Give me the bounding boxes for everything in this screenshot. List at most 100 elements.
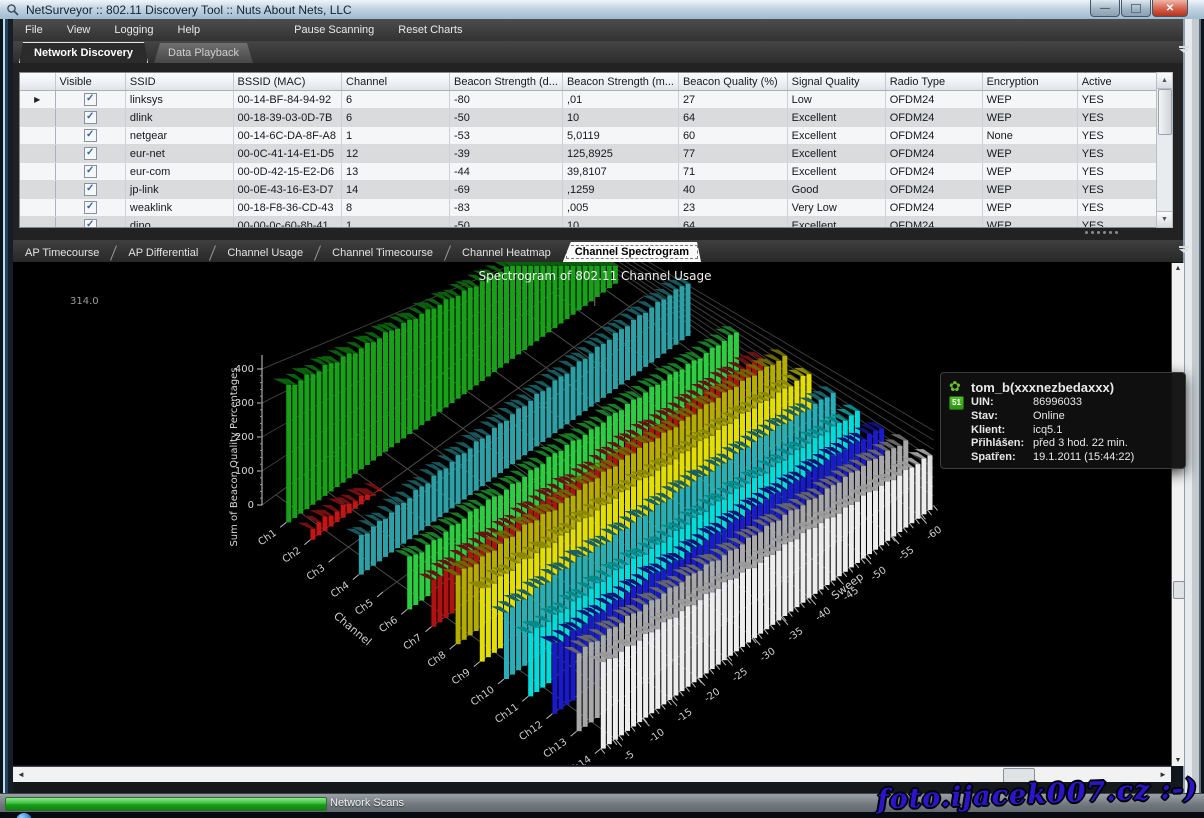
visible-checkbox[interactable]: ✓ — [84, 147, 97, 160]
bar-Ch6 — [704, 353, 709, 393]
column-header-visible[interactable]: Visible — [55, 73, 125, 91]
menu-action-reset-charts[interactable]: Reset Charts — [386, 19, 474, 41]
grid-vertical-scrollbar[interactable]: ▲ ▼ — [1156, 72, 1173, 228]
table-row[interactable]: ✓eur-net00-0C-41-14-E1-D512-39125,892577… — [20, 145, 1157, 163]
bar-Ch4 — [516, 408, 521, 459]
column-header-beacon-strength-d-[interactable]: Beacon Strength (d... — [449, 73, 562, 91]
column-header-beacon-strength-m-[interactable]: Beacon Strength (m... — [562, 73, 678, 91]
column-header-radio-type[interactable]: Radio Type — [885, 73, 982, 91]
cell-ssid: linksys — [125, 91, 233, 109]
cell-strength_dbm: -69 — [449, 181, 562, 199]
row-selector[interactable] — [20, 163, 55, 181]
column-header-beacon-quality-[interactable]: Beacon Quality (%) — [678, 73, 787, 91]
menu-item-file[interactable]: File — [13, 19, 55, 41]
visible-checkbox[interactable]: ✓ — [84, 111, 97, 124]
bar-Ch12 — [565, 636, 570, 705]
bar-Ch1 — [286, 385, 291, 523]
svg-text:-60: -60 — [924, 524, 944, 542]
cell-quality: 40 — [678, 181, 787, 199]
visible-checkbox[interactable]: ✓ — [84, 165, 97, 178]
chart-vertical-scrollbar[interactable]: ▲ ▼ — [1171, 263, 1184, 766]
svg-text:Ch14: Ch14 — [566, 754, 594, 765]
chart-tab-ap-differential[interactable]: AP Differential — [116, 243, 210, 262]
svg-text:Ch12: Ch12 — [517, 719, 545, 743]
maximize-button[interactable] — [1121, 0, 1151, 17]
cell-encryption: WEP — [982, 145, 1077, 163]
bar-Ch1 — [462, 290, 467, 394]
title-bar[interactable]: NetSurveyor :: 802.11 Discovery Tool :: … — [0, 0, 1204, 20]
row-selector[interactable] — [20, 109, 55, 127]
chart-tab-channel-timecourse[interactable]: Channel Timecourse — [320, 243, 445, 262]
table-row[interactable]: ✓jp-link00-0E-43-16-E3-D714-69,125940Goo… — [20, 181, 1157, 199]
chart-tab-channel-spectrogram[interactable]: Channel Spectrogram — [563, 242, 701, 262]
cell-channel: 6 — [342, 91, 450, 109]
bar-Ch1 — [419, 314, 424, 425]
table-row[interactable]: ✓dino00-00-0c-60-8b-411-501064ExcellentO… — [20, 217, 1157, 229]
chart-tab-channel-usage[interactable]: Channel Usage — [215, 243, 315, 262]
chart-tab-channel-heatmap[interactable]: Channel Heatmap — [450, 243, 563, 262]
table-row[interactable]: ✓weaklink00-18-F8-36-CD-438-83,00523Very… — [20, 199, 1157, 217]
tab-data-playback[interactable]: Data Playback — [154, 43, 253, 63]
bar-Ch6 — [679, 370, 684, 411]
bar-Ch14 — [607, 659, 612, 744]
grid-scroll-thumb[interactable] — [1158, 89, 1172, 135]
autohide-pin-icon[interactable] — [1178, 46, 1190, 57]
scroll-down-icon[interactable]: ▼ — [1157, 211, 1172, 227]
splitter-grip[interactable] — [1085, 231, 1118, 234]
cell-signal: Excellent — [787, 145, 885, 163]
chart-tab-ap-timecourse[interactable]: AP Timecourse — [13, 243, 111, 262]
column-header-signal-quality[interactable]: Signal Quality — [787, 73, 885, 91]
bar-Ch2 — [341, 505, 346, 518]
cell-quality: 71 — [678, 163, 787, 181]
bar-Ch14 — [698, 600, 703, 678]
menu-item-help[interactable]: Help — [166, 19, 213, 41]
row-selector[interactable] — [20, 127, 55, 145]
visible-checkbox[interactable]: ✓ — [84, 201, 97, 214]
scroll-up-icon[interactable]: ▲ — [1157, 73, 1172, 89]
bar-Ch1 — [298, 380, 303, 513]
menu-action-pause-scanning[interactable]: Pause Scanning — [282, 19, 386, 41]
bar-Ch6 — [661, 381, 666, 424]
table-row[interactable]: ▶✓linksys00-14-BF-84-94-926-80,0127LowOF… — [20, 91, 1157, 109]
menu-item-logging[interactable]: Logging — [102, 19, 165, 41]
bar-Ch2 — [359, 496, 364, 505]
chart-autohide-pin-icon[interactable] — [1178, 246, 1190, 257]
visible-checkbox[interactable]: ✓ — [84, 219, 97, 228]
cell-strength_mw: 125,8925 — [562, 145, 678, 163]
menu-item-view[interactable]: View — [55, 19, 103, 41]
table-row[interactable]: ✓eur-com00-0D-42-15-E2-D613-4439,810771E… — [20, 163, 1157, 181]
table-row[interactable]: ✓netgear00-14-6C-DA-8F-A81-535,011960Exc… — [20, 127, 1157, 145]
row-selector[interactable]: ▶ — [20, 91, 55, 109]
bar-Ch1 — [401, 323, 406, 439]
bar-Ch1 — [431, 309, 436, 417]
svg-text:Sum of Beacon Quality Percenta: Sum of Beacon Quality Percentages — [229, 367, 240, 546]
cell-bssid: 00-14-6C-DA-8F-A8 — [233, 127, 341, 145]
bar-Ch7 — [444, 569, 449, 618]
chart-scroll-up-icon[interactable]: ▲ — [1172, 265, 1184, 272]
tooltip-field-label: Přihlášen: — [971, 437, 1033, 451]
svg-text:Ch7: Ch7 — [402, 632, 424, 652]
chart-scroll-left-icon[interactable]: ◄ — [13, 767, 29, 783]
cell-encryption: WEP — [982, 91, 1077, 109]
column-header-bssid-mac-[interactable]: BSSID (MAC) — [233, 73, 341, 91]
close-button[interactable]: ✕ — [1152, 0, 1188, 17]
chart-vscroll-thumb[interactable] — [1173, 581, 1185, 599]
column-header-active[interactable]: Active — [1077, 73, 1156, 91]
bar-Ch14 — [740, 573, 745, 647]
chart-scroll-down-icon[interactable]: ▼ — [1172, 757, 1184, 764]
column-header-ssid[interactable]: SSID — [125, 73, 233, 91]
cell-strength_dbm: -53 — [449, 127, 562, 145]
tab-network-discovery[interactable]: Network Discovery — [19, 42, 148, 63]
row-selector[interactable] — [20, 145, 55, 163]
row-selector[interactable] — [20, 181, 55, 199]
column-header-encryption[interactable]: Encryption — [982, 73, 1077, 91]
visible-checkbox[interactable]: ✓ — [84, 183, 97, 196]
visible-checkbox[interactable]: ✓ — [84, 93, 97, 106]
row-selector[interactable] — [20, 217, 55, 229]
minimize-button[interactable]: — — [1090, 0, 1120, 17]
bar-Ch14 — [710, 593, 715, 669]
row-selector[interactable] — [20, 199, 55, 217]
table-row[interactable]: ✓dlink00-18-39-03-0D-7B6-501064Excellent… — [20, 109, 1157, 127]
column-header-channel[interactable]: Channel — [342, 73, 450, 91]
visible-checkbox[interactable]: ✓ — [84, 129, 97, 142]
